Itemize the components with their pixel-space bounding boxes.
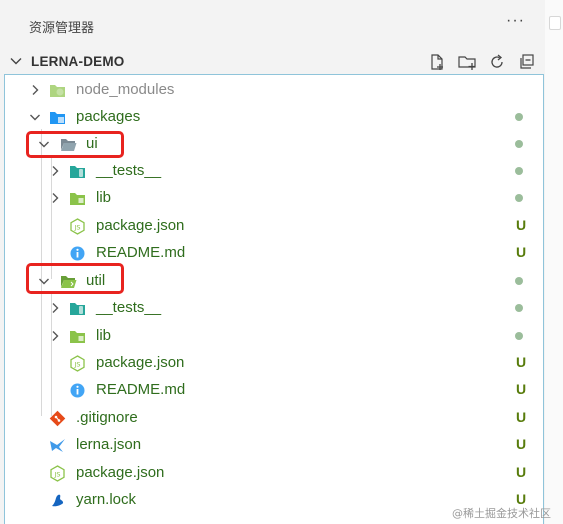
- git-status-dot: [515, 140, 523, 148]
- explorer-header: 资源管理器 ···: [0, 0, 545, 50]
- workspace-name: LERNA-DEMO: [31, 54, 125, 69]
- yarn-file-icon: [52, 494, 64, 507]
- chevron-right-icon: [52, 166, 59, 176]
- folder-packages-icon: [50, 112, 65, 124]
- nodejs-file-icon: JS: [50, 465, 65, 482]
- tree-item-lerna-json[interactable]: lerna.json U: [5, 432, 545, 459]
- svg-text:JS: JS: [53, 471, 60, 479]
- chevron-down-icon: [30, 114, 40, 121]
- chevron-right-icon: [52, 331, 59, 341]
- tree-item-label: lerna.json: [76, 436, 142, 453]
- tree-item-label: node_modules: [76, 81, 175, 98]
- refresh-icon[interactable]: [487, 52, 507, 72]
- collapse-all-icon[interactable]: [517, 52, 537, 72]
- tree-item-label: package.json: [96, 354, 185, 371]
- folder-test-icon: [70, 303, 85, 315]
- git-status-dot: [515, 304, 523, 312]
- nodejs-file-icon: JS: [70, 355, 85, 372]
- watermark: @稀土掘金技术社区: [452, 507, 551, 520]
- tree-item-label: __tests__: [96, 299, 162, 316]
- highlight-box-ui: [26, 131, 124, 158]
- folder-node-icon: [50, 85, 65, 97]
- git-status-untracked: U: [516, 409, 527, 425]
- chevron-down-icon: [10, 58, 22, 65]
- git-status-untracked: U: [516, 464, 527, 480]
- tree-item-lib[interactable]: lib: [5, 323, 545, 350]
- tree-item-lib[interactable]: lib: [5, 185, 545, 212]
- folder-lib-icon: [70, 331, 85, 343]
- nodejs-file-icon: JS: [70, 218, 85, 235]
- git-status-untracked: U: [516, 244, 527, 260]
- chevron-right-icon: [52, 303, 59, 313]
- tree-item-packages[interactable]: packages: [5, 104, 545, 131]
- tree-item-label: lib: [96, 327, 112, 344]
- new-file-icon[interactable]: [427, 52, 447, 72]
- chevron-right-icon: [52, 193, 59, 203]
- editor-tab-icon: [549, 16, 561, 30]
- tree-item-package-json[interactable]: JS package.json U: [5, 460, 545, 487]
- tree-item-package-json[interactable]: JS package.json U: [5, 213, 545, 240]
- git-status-untracked: U: [516, 381, 527, 397]
- more-actions-button[interactable]: ···: [506, 12, 525, 30]
- tree-item-label: .gitignore: [76, 409, 138, 426]
- tree-item-tests[interactable]: __tests__: [5, 295, 545, 322]
- tree-item-label: package.json: [96, 217, 185, 234]
- git-file-icon: [49, 410, 66, 427]
- tree-item-label: README.md: [96, 381, 186, 398]
- folder-lib-icon: [70, 193, 85, 205]
- tree-item-node-modules[interactable]: node_modules: [5, 77, 545, 104]
- tree-item-label: yarn.lock: [76, 491, 137, 508]
- tree-item-label: package.json: [76, 464, 165, 481]
- tree-item-tests[interactable]: __tests__: [5, 158, 545, 185]
- workspace-section-header[interactable]: LERNA-DEMO: [0, 50, 545, 74]
- tree-item-label: __tests__: [96, 162, 162, 179]
- folder-test-icon: [70, 166, 85, 178]
- tree-item-label: packages: [76, 108, 141, 125]
- git-status-dot: [515, 113, 523, 121]
- git-status-dot: [515, 277, 523, 285]
- panel-title: 资源管理器: [29, 21, 95, 36]
- tree-item-label: README.md: [96, 244, 186, 261]
- git-status-dot: [515, 167, 523, 175]
- tree-item-gitignore[interactable]: .gitignore U: [5, 405, 545, 432]
- lerna-file-icon: [50, 439, 65, 452]
- info-file-icon: [70, 383, 85, 398]
- info-file-icon: [70, 246, 85, 261]
- chevron-right-icon: [32, 85, 39, 95]
- highlight-box-util: [26, 263, 124, 294]
- git-status-untracked: U: [516, 436, 527, 452]
- tree-item-readme[interactable]: README.md U: [5, 377, 545, 404]
- git-status-untracked: U: [516, 354, 527, 370]
- tree-item-package-json[interactable]: JS package.json U: [5, 350, 545, 377]
- editor-edge: [545, 0, 563, 524]
- svg-text:JS: JS: [73, 361, 80, 369]
- tree-item-label: lib: [96, 189, 112, 206]
- git-status-untracked: U: [516, 217, 527, 233]
- new-folder-icon[interactable]: [458, 52, 478, 72]
- git-status-dot: [515, 332, 523, 340]
- git-status-dot: [515, 194, 523, 202]
- svg-text:JS: JS: [73, 224, 80, 232]
